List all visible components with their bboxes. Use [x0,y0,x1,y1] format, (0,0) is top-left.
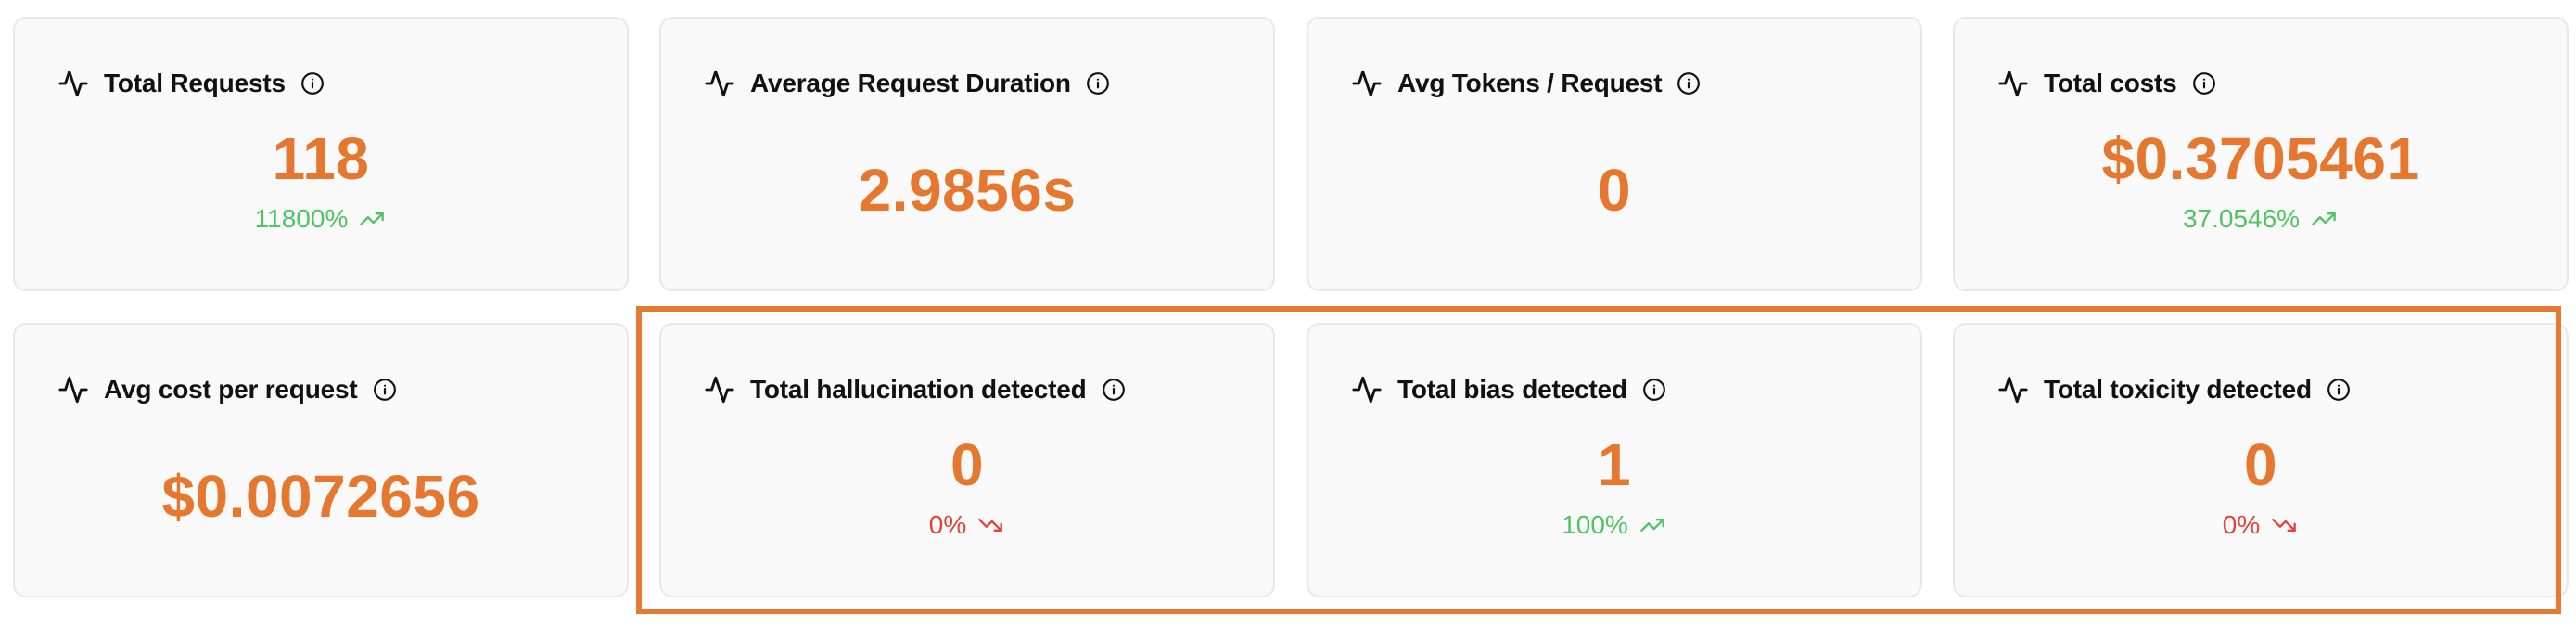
metric-value: $0.3705461 [2101,125,2420,192]
card-title: Total costs [2044,69,2177,97]
card-header: Total costs [1997,67,2216,100]
trending-up-icon [360,212,385,225]
trend-indicator: 0% [661,510,1273,540]
metric-value: 118 [272,125,370,192]
card-total-requests: Total Requests 118 11800% [13,17,629,291]
card-average-request-duration: Average Request Duration 2.9856s [659,17,1275,291]
info-circle-icon[interactable] [2192,71,2216,96]
activity-pulse-icon [1352,70,1382,97]
trend-indicator: 0% [1955,510,2567,540]
trending-up-icon [1639,519,1664,532]
card-title: Average Request Duration [750,69,1071,97]
card-title: Avg cost per request [104,375,358,404]
info-circle-icon[interactable] [300,71,325,96]
trend-percent: 0% [2222,510,2261,539]
card-total-hallucination-detected: Total hallucination detected 0 0% [659,323,1275,597]
metric-value: 0 [1597,157,1632,224]
card-header: Avg cost per request [57,373,397,406]
trend-percent: 37.0546% [2182,204,2301,233]
card-header: Average Request Duration [704,67,1110,100]
card-title: Avg Tokens / Request [1397,69,1663,97]
metric-value: 0 [950,431,985,498]
trending-down-icon [978,519,1003,532]
activity-pulse-icon [58,70,88,97]
trend-percent: 0% [928,510,967,539]
card-title: Total Requests [104,69,286,97]
trend-indicator: 100% [1308,510,1920,540]
info-circle-icon[interactable] [1677,71,1701,96]
activity-pulse-icon [1998,376,2028,404]
trend-indicator: 11800% [15,204,627,234]
card-title: Total toxicity detected [2044,375,2312,404]
card-header: Total bias detected [1351,373,1666,406]
card-header: Avg Tokens / Request [1351,67,1701,100]
card-total-bias-detected: Total bias detected 1 100% [1307,323,1922,597]
trend-percent: 100% [1562,510,1628,539]
metric-value: 2.9856s [858,157,1077,224]
info-circle-icon[interactable] [1642,378,1666,402]
info-circle-icon[interactable] [1086,71,1110,96]
card-title: Total hallucination detected [750,375,1087,404]
card-header: Total hallucination detected [704,373,1126,406]
activity-pulse-icon [705,70,734,97]
card-total-toxicity-detected: Total toxicity detected 0 0% [1953,323,2569,597]
info-circle-icon[interactable] [2327,378,2351,402]
info-circle-icon[interactable] [373,378,397,402]
card-header: Total Requests [57,67,325,100]
trending-down-icon [2272,519,2297,532]
trend-percent: 11800% [254,204,349,233]
metrics-grid: Total Requests 118 11800% Average Reques… [13,17,2569,620]
card-header: Total toxicity detected [1997,373,2351,406]
card-avg-tokens-per-request: Avg Tokens / Request 0 [1307,17,1922,291]
metric-value: 1 [1597,431,1632,498]
activity-pulse-icon [705,376,734,404]
activity-pulse-icon [1998,70,2028,97]
info-circle-icon[interactable] [1102,378,1126,402]
trend-indicator: 37.0546% [1955,204,2567,234]
activity-pulse-icon [58,376,88,404]
trending-up-icon [2312,212,2336,225]
card-total-costs: Total costs $0.3705461 37.0546% [1953,17,2569,291]
card-title: Total bias detected [1397,375,1627,404]
card-avg-cost-per-request: Avg cost per request $0.0072656 [13,323,629,597]
activity-pulse-icon [1352,376,1382,404]
metric-value: $0.0072656 [161,463,480,530]
metric-value: 0 [2243,431,2278,498]
